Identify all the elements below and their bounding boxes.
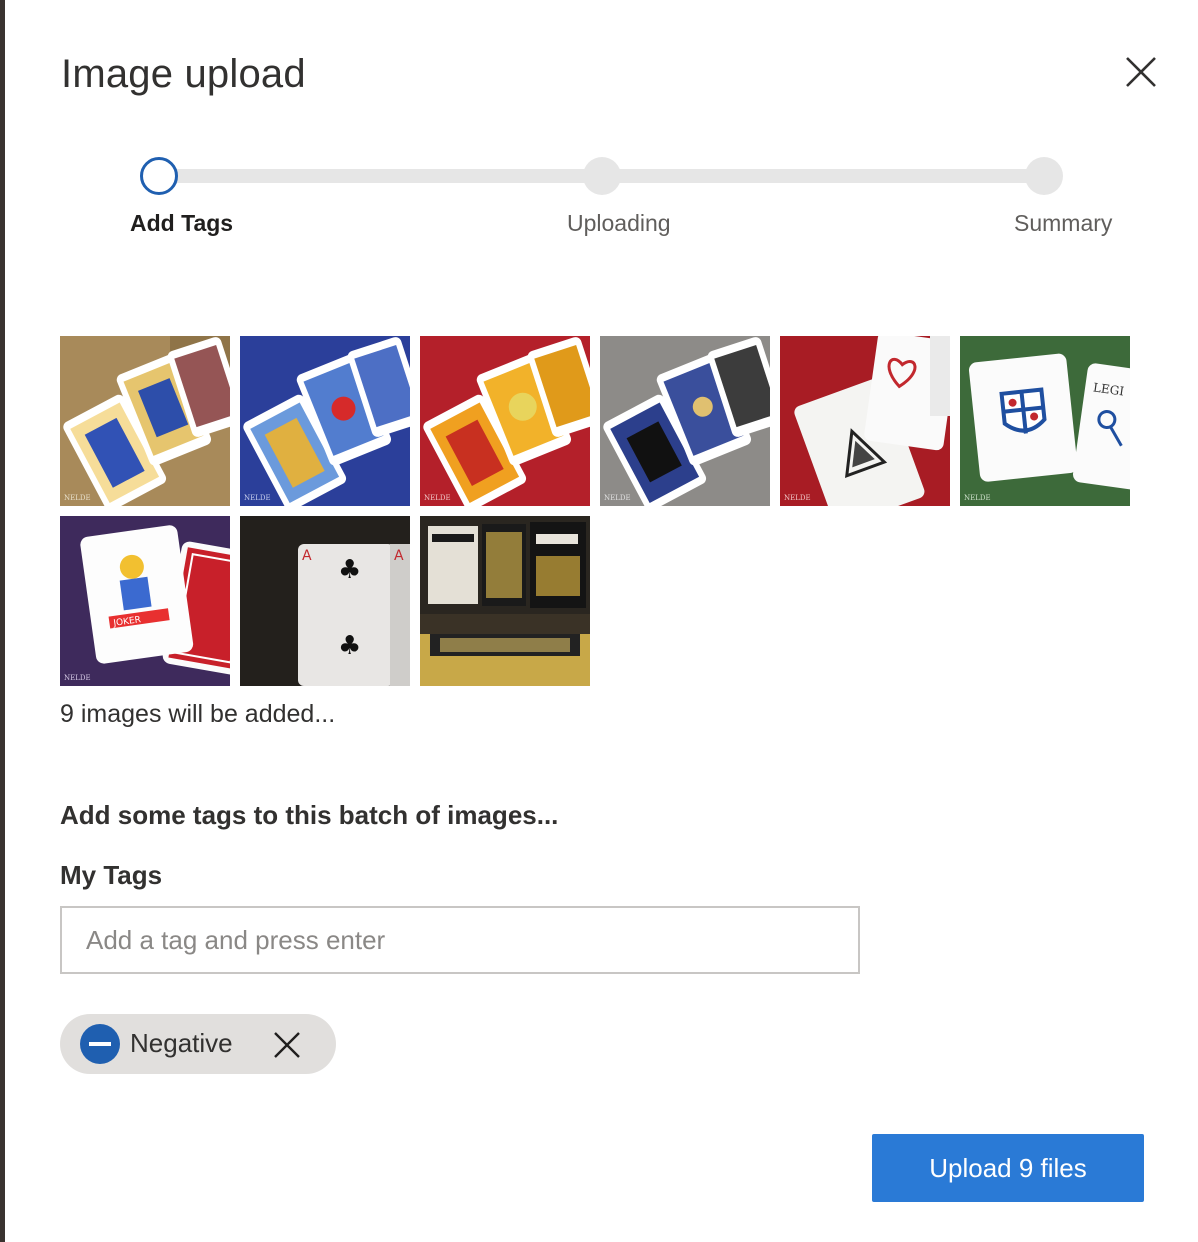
step-dot-add-tags [140, 157, 178, 195]
svg-text:♣: ♣ [338, 631, 361, 661]
image-thumbnail[interactable]: NELDE [600, 336, 770, 506]
tags-prompt: Add some tags to this batch of images... [60, 800, 559, 830]
svg-text:NELDE: NELDE [784, 494, 811, 502]
svg-text:NELDE: NELDE [64, 674, 91, 682]
image-thumbnail[interactable]: NELDE [420, 336, 590, 506]
image-thumbnail[interactable]: NELDE [240, 336, 410, 506]
svg-text:NELDE: NELDE [964, 494, 991, 502]
close-icon[interactable] [272, 1030, 302, 1060]
my-tags-label: My Tags [60, 860, 163, 890]
image-thumbnail[interactable]: JOKER NELDE [60, 516, 230, 686]
svg-text:♣: ♣ [338, 555, 361, 585]
step-dot-uploading [583, 157, 621, 195]
image-thumbnail[interactable] [420, 516, 590, 686]
step-dot-summary [1025, 157, 1063, 195]
step-label-summary: Summary [1014, 210, 1113, 236]
upload-button[interactable]: Upload 9 files [872, 1134, 1144, 1202]
image-count-text: 9 images will be added... [60, 700, 336, 728]
progress-stepper: Add Tags Uploading Summary [5, 150, 1198, 250]
image-thumbnail[interactable]: NELDE [60, 336, 230, 506]
image-thumbnail[interactable]: NELDE [780, 336, 950, 506]
svg-text:NELDE: NELDE [64, 494, 91, 502]
minus-circle-icon [80, 1024, 120, 1064]
image-thumbnail[interactable]: A A ♣ ♣ [240, 516, 410, 686]
svg-text:A: A [394, 548, 404, 564]
step-label-add-tags: Add Tags [130, 210, 234, 236]
tag-chip-label: Negative [130, 1028, 233, 1058]
close-icon[interactable] [1121, 52, 1161, 92]
svg-text:NELDE: NELDE [244, 494, 271, 502]
step-label-uploading: Uploading [567, 210, 671, 236]
dialog-title: Image upload [61, 52, 306, 96]
image-thumbnail[interactable]: LEGI NELDE [960, 336, 1130, 506]
tag-input[interactable] [60, 906, 860, 974]
image-upload-dialog: Image upload Add Tags Uploading Summary [5, 0, 1198, 1242]
svg-text:NELDE: NELDE [424, 494, 451, 502]
svg-text:NELDE: NELDE [604, 494, 631, 502]
tag-chip-negative: Negative [60, 1014, 336, 1074]
svg-text:A: A [302, 548, 312, 564]
